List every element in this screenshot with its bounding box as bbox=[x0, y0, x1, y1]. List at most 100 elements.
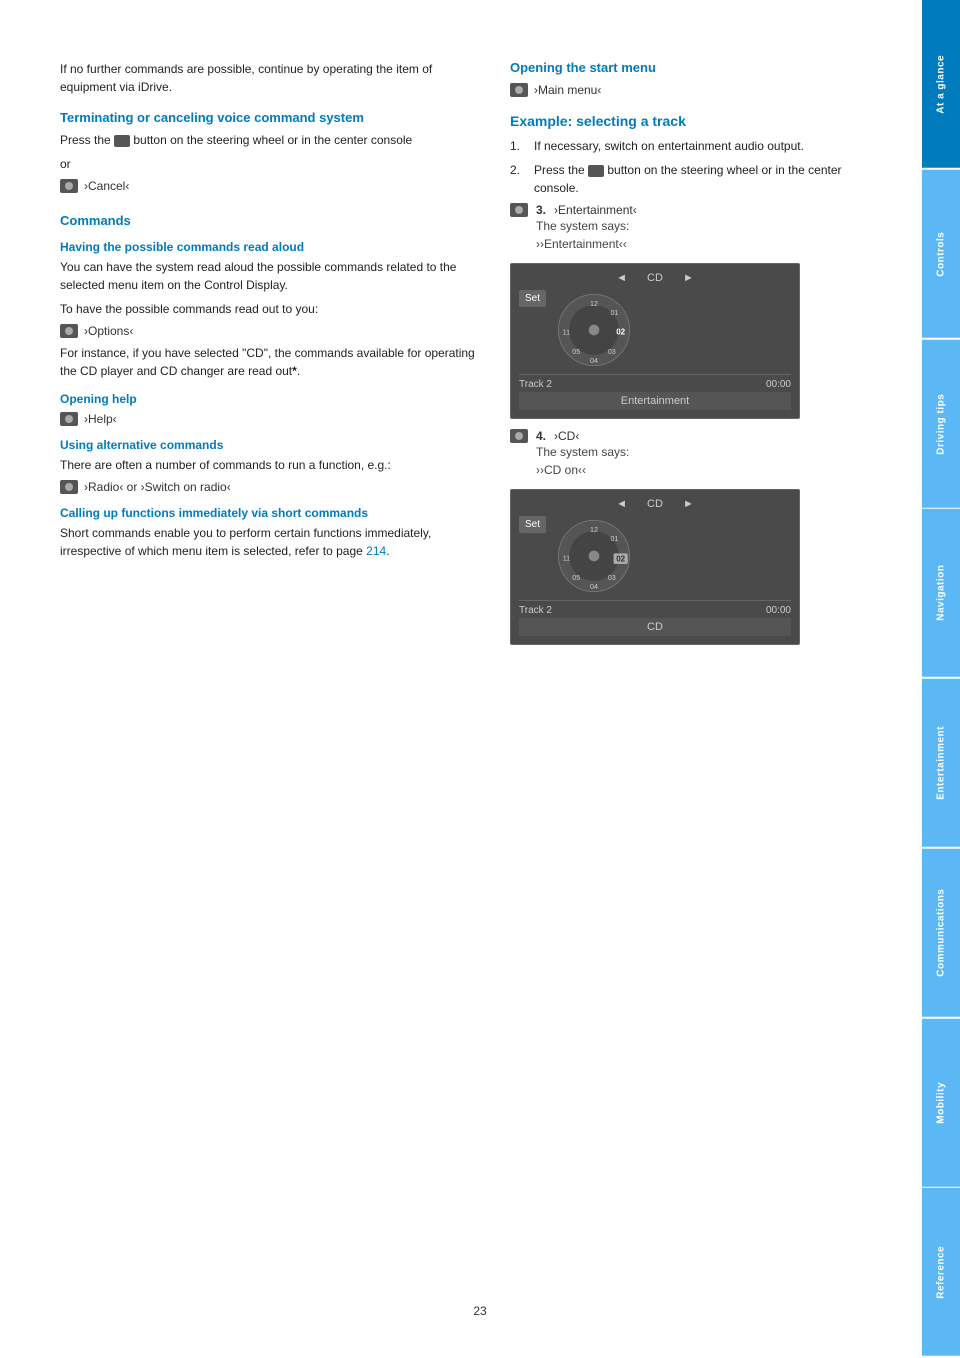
svg-text:11: 11 bbox=[563, 328, 570, 336]
svg-text:12: 12 bbox=[590, 526, 598, 534]
svg-text:02: 02 bbox=[616, 554, 625, 563]
or-text: or bbox=[60, 155, 480, 173]
svg-text:04: 04 bbox=[590, 583, 598, 591]
sidebar-tab-controls[interactable]: Controls bbox=[922, 170, 960, 338]
voice-icon-cancel bbox=[60, 179, 78, 193]
sidebar-tab-communications-label: Communications bbox=[936, 889, 947, 977]
terminating-body: Press the button on the steering wheel o… bbox=[60, 131, 480, 149]
opening-start-menu-heading: Opening the start menu bbox=[510, 60, 880, 75]
step-4: 4. ›CD‹ The system says: ››CD on‹‹ bbox=[510, 429, 880, 479]
sidebar-tab-controls-label: Controls bbox=[936, 231, 947, 276]
sidebar-tab-mobility-label: Mobility bbox=[936, 1081, 947, 1123]
cd-set-btn-2: Set bbox=[519, 516, 546, 533]
help-cmd-text: ›Help‹ bbox=[84, 412, 117, 426]
sidebar-tab-navigation-label: Navigation bbox=[936, 565, 947, 621]
cd-time-2: 00:00 bbox=[766, 605, 791, 616]
having-commands-subheading: Having the possible commands read aloud bbox=[60, 240, 480, 254]
using-alternative-subheading: Using alternative commands bbox=[60, 438, 480, 452]
options-command: ›Options‹ bbox=[60, 324, 480, 338]
cd-disc-1: 12 01 02 03 04 05 11 bbox=[554, 290, 634, 370]
voice-icon-mainmenu bbox=[510, 83, 528, 97]
opening-help-subheading: Opening help bbox=[60, 392, 480, 406]
svg-text:03: 03 bbox=[608, 348, 616, 356]
sidebar-tab-at-a-glance[interactable]: At a glance bbox=[922, 0, 960, 168]
step-1-number: 1. bbox=[510, 137, 526, 155]
sidebar-tab-navigation[interactable]: Navigation bbox=[922, 509, 960, 677]
having-commands-body1: You can have the system read aloud the p… bbox=[60, 258, 480, 294]
step-4-cmd: ›CD‹ bbox=[554, 429, 579, 443]
intro-text: If no further commands are possible, con… bbox=[60, 60, 480, 96]
sidebar-tab-driving-tips-label: Driving tips bbox=[936, 393, 947, 454]
cancel-cmd-text: ›Cancel‹ bbox=[84, 179, 129, 193]
terminating-heading: Terminating or canceling voice command s… bbox=[60, 110, 480, 125]
sidebar-tab-communications[interactable]: Communications bbox=[922, 849, 960, 1017]
page-number: 23 bbox=[473, 1304, 486, 1318]
svg-text:05: 05 bbox=[572, 574, 580, 582]
commands-heading: Commands bbox=[60, 213, 480, 228]
cd-track-bar-2: Track 2 00:00 bbox=[519, 600, 791, 616]
voice-icon-step4 bbox=[510, 429, 528, 443]
svg-text:02: 02 bbox=[616, 327, 625, 336]
cd-track-bar-1: Track 2 00:00 bbox=[519, 374, 791, 390]
svg-text:05: 05 bbox=[572, 348, 580, 356]
sidebar-tab-entertainment-label: Entertainment bbox=[936, 726, 947, 800]
cd-track-label-2: Track 2 bbox=[519, 605, 552, 616]
radio-command: ›Radio‹ or ›Switch on radio‹ bbox=[60, 480, 480, 494]
step-4-number: 4. bbox=[536, 429, 546, 443]
step-2-text: Press the button on the steering wheel o… bbox=[534, 161, 880, 197]
cd-nav-right-1: ► bbox=[683, 272, 694, 284]
step-2: 2. Press the button on the steering whee… bbox=[510, 161, 880, 197]
step-2-number: 2. bbox=[510, 161, 526, 197]
voice-icon-help bbox=[60, 412, 78, 426]
main-menu-command: ›Main menu‹ bbox=[510, 83, 880, 97]
step-1-text: If necessary, switch on entertainment au… bbox=[534, 137, 804, 155]
step-4-says-label: The system says: bbox=[536, 443, 629, 461]
calling-up-body: Short commands enable you to perform cer… bbox=[60, 524, 480, 560]
options-cmd-text: ›Options‹ bbox=[84, 324, 133, 338]
sidebar-tab-driving-tips[interactable]: Driving tips bbox=[922, 340, 960, 508]
sidebar-tab-entertainment[interactable]: Entertainment bbox=[922, 679, 960, 847]
having-commands-body2: To have the possible commands read out t… bbox=[60, 300, 480, 318]
sidebar-tab-reference-label: Reference bbox=[936, 1246, 947, 1299]
step-3-says-text: ››Entertainment‹‹ bbox=[536, 235, 637, 253]
step-4-says-text: ››CD on‹‹ bbox=[536, 461, 629, 479]
svg-text:11: 11 bbox=[563, 554, 570, 562]
main-menu-cmd-text: ›Main menu‹ bbox=[534, 83, 601, 97]
steps-list: 1. If necessary, switch on entertainment… bbox=[510, 137, 880, 197]
radio-cmd-text: ›Radio‹ or ›Switch on radio‹ bbox=[84, 480, 231, 494]
sidebar: At a glance Controls Driving tips Naviga… bbox=[922, 0, 960, 1358]
svg-text:01: 01 bbox=[610, 309, 618, 317]
svg-text:01: 01 bbox=[610, 535, 618, 543]
sidebar-tab-reference[interactable]: Reference bbox=[922, 1188, 960, 1356]
step-3-number: 3. bbox=[536, 203, 546, 217]
step-3-cmd: ›Entertainment‹ bbox=[554, 203, 637, 217]
cancel-command: ›Cancel‹ bbox=[60, 179, 480, 193]
voice-icon-radio bbox=[60, 480, 78, 494]
calling-up-subheading: Calling up functions immediately via sho… bbox=[60, 506, 480, 520]
page-214-link[interactable]: 214 bbox=[366, 544, 386, 558]
cd-disc-2: 12 01 02 03 04 05 11 bbox=[554, 516, 634, 596]
cd-set-btn-1: Set bbox=[519, 290, 546, 307]
cd-nav-right-2: ► bbox=[683, 498, 694, 510]
cd-nav-bar-2: ◄ CD ► bbox=[519, 498, 791, 510]
using-alternative-body: There are often a number of commands to … bbox=[60, 456, 480, 474]
step-3: 3. ›Entertainment‹ The system says: ››En… bbox=[510, 203, 880, 253]
cd-bottom-label-2: CD bbox=[519, 618, 791, 636]
cd-nav-label-1: CD bbox=[647, 272, 663, 284]
cd-nav-bar-1: ◄ CD ► bbox=[519, 272, 791, 284]
example-heading: Example: selecting a track bbox=[510, 113, 880, 129]
voice-icon-step3 bbox=[510, 203, 528, 217]
cd-track-label-1: Track 2 bbox=[519, 379, 552, 390]
cd-nav-label-2: CD bbox=[647, 498, 663, 510]
cd-bottom-label-1: Entertainment bbox=[519, 392, 791, 410]
cd-nav-left-1: ◄ bbox=[616, 272, 627, 284]
cd-display-1: ◄ CD ► Set 12 01 bbox=[510, 263, 800, 419]
cd-time-1: 00:00 bbox=[766, 379, 791, 390]
help-command: ›Help‹ bbox=[60, 412, 480, 426]
svg-text:03: 03 bbox=[608, 574, 616, 582]
cd-display-2: ◄ CD ► Set 12 01 bbox=[510, 489, 800, 645]
sidebar-tab-at-a-glance-label: At a glance bbox=[936, 54, 947, 113]
sidebar-tab-mobility[interactable]: Mobility bbox=[922, 1019, 960, 1187]
having-commands-body3: For instance, if you have selected "CD",… bbox=[60, 344, 480, 380]
cd-nav-left-2: ◄ bbox=[616, 498, 627, 510]
